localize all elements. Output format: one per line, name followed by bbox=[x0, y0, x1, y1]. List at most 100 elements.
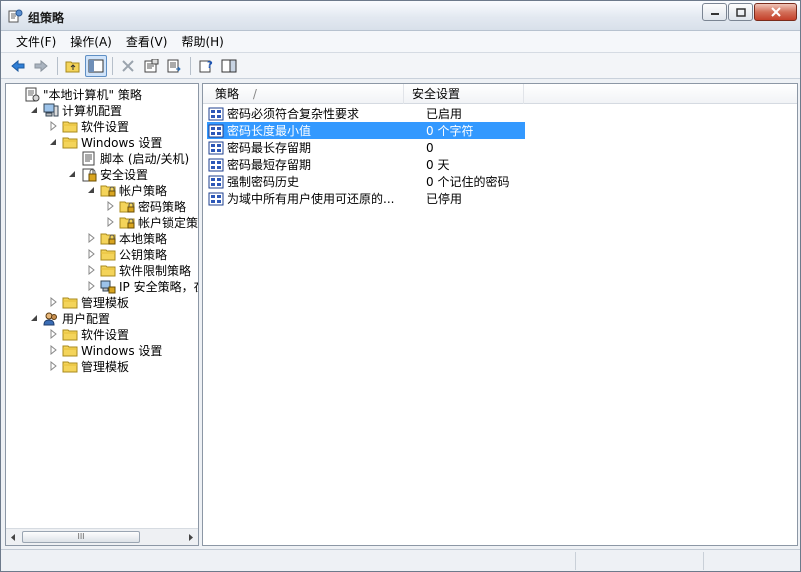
group-policy-icon bbox=[8, 9, 23, 23]
policy-setting-icon bbox=[208, 107, 224, 120]
close-button[interactable] bbox=[754, 3, 797, 21]
back-button[interactable] bbox=[7, 55, 29, 77]
column-security-setting-label: 安全设置 bbox=[412, 87, 461, 101]
folder-icon bbox=[62, 121, 78, 132]
tree-node[interactable]: 帐户锁定策略 bbox=[105, 214, 198, 230]
expanded-arrow-icon[interactable] bbox=[29, 105, 39, 115]
tree-node[interactable]: 本地策略 bbox=[86, 230, 167, 246]
tree-node[interactable]: 软件限制策略 bbox=[86, 262, 191, 278]
tree-node[interactable]: 公钥策略 bbox=[86, 246, 167, 262]
policy-name: 密码必须符合复杂性要求 bbox=[227, 107, 360, 121]
expanded-arrow-icon[interactable] bbox=[48, 137, 58, 147]
tree-node[interactable]: 软件设置 bbox=[48, 118, 129, 134]
menu-help[interactable]: 帮助(H) bbox=[174, 32, 230, 52]
tree-node[interactable]: 帐户策略 bbox=[86, 182, 167, 198]
maximize-button[interactable] bbox=[728, 3, 753, 21]
ip-security-icon bbox=[100, 280, 116, 293]
forward-button[interactable] bbox=[30, 55, 52, 77]
tree-node[interactable]: 密码策略 bbox=[105, 198, 186, 214]
collapsed-arrow-icon[interactable] bbox=[48, 361, 58, 371]
tree-node-label: 帐户策略 bbox=[119, 183, 168, 198]
scroll-right-icon[interactable] bbox=[187, 533, 195, 542]
delete-icon bbox=[122, 59, 134, 72]
policy-row[interactable]: 为域中所有用户使用可还原的... 已停用 bbox=[207, 190, 525, 207]
policy-row[interactable]: 密码最短存留期 0 天 bbox=[207, 156, 525, 173]
collapsed-arrow-icon[interactable] bbox=[48, 121, 58, 131]
tree-node[interactable]: Windows 设置 bbox=[48, 342, 162, 358]
tree-node[interactable]: 管理模板 bbox=[48, 358, 129, 374]
tree-node[interactable]: IP 安全策略，在 bbox=[86, 278, 199, 294]
scrollbar-thumb[interactable]: III bbox=[22, 531, 140, 543]
tree-node-label: 脚本 (启动/关机) bbox=[100, 151, 190, 166]
expanded-arrow-icon[interactable] bbox=[67, 169, 77, 179]
title-bar[interactable]: 组策略 bbox=[1, 1, 800, 31]
menu-view[interactable]: 查看(V) bbox=[119, 32, 175, 52]
delete-button[interactable] bbox=[117, 55, 139, 77]
collapsed-arrow-icon[interactable] bbox=[105, 217, 115, 227]
tree-node-label: 管理模板 bbox=[81, 295, 130, 310]
lock-folder-icon bbox=[119, 217, 135, 228]
horizontal-scrollbar[interactable]: III bbox=[6, 528, 198, 545]
tree-node[interactable]: 用户配置 bbox=[29, 310, 110, 326]
close-icon bbox=[770, 7, 781, 17]
policy-row[interactable]: 密码最长存留期 0 bbox=[207, 139, 525, 156]
up-folder-button[interactable] bbox=[62, 55, 84, 77]
security-icon bbox=[82, 168, 97, 181]
policy-name: 强制密码历史 bbox=[227, 175, 300, 189]
collapsed-arrow-icon[interactable] bbox=[48, 345, 58, 355]
tree-node[interactable]: 脚本 (启动/关机) bbox=[67, 150, 189, 166]
minimize-button[interactable] bbox=[702, 3, 727, 21]
gpedit-window: 组策略 文件(F) 操作(A) 查看(V) 帮助(H) ? "本地计算机" 策略… bbox=[0, 0, 801, 572]
collapsed-arrow-icon[interactable] bbox=[86, 281, 96, 291]
collapsed-arrow-icon[interactable] bbox=[86, 265, 96, 275]
policy-name: 密码最长存留期 bbox=[227, 141, 312, 155]
policy-row[interactable]: 强制密码历史 0 个记住的密码 bbox=[207, 173, 525, 190]
policy-setting-icon bbox=[208, 192, 224, 205]
maximize-icon bbox=[735, 7, 746, 17]
tree-node[interactable]: "本地计算机" 策略 bbox=[10, 86, 142, 102]
tree-node-label: IP 安全策略，在 bbox=[119, 279, 199, 294]
collapsed-arrow-icon[interactable] bbox=[48, 297, 58, 307]
forward-icon bbox=[34, 59, 48, 72]
column-security-setting[interactable]: 安全设置 bbox=[404, 84, 524, 104]
tree-node[interactable]: 软件设置 bbox=[48, 326, 129, 342]
column-policy[interactable]: 策略 / bbox=[203, 84, 404, 104]
users-icon bbox=[43, 312, 57, 325]
tree-node[interactable]: 管理模板 bbox=[48, 294, 129, 310]
collapsed-arrow-icon[interactable] bbox=[86, 233, 96, 243]
show-tree-button[interactable] bbox=[85, 54, 107, 77]
help-button[interactable]: ? bbox=[195, 55, 217, 77]
show-pane-button[interactable] bbox=[218, 55, 240, 77]
details-pane[interactable]: 策略 / 安全设置 密码必须符合复杂性要求 已启用 密码长度最小值 0 个字符 密码最长… bbox=[202, 83, 798, 546]
menu-action[interactable]: 操作(A) bbox=[63, 32, 119, 52]
folder-icon bbox=[100, 265, 116, 276]
policy-setting-icon bbox=[208, 124, 224, 137]
computer-policy-icon bbox=[25, 87, 40, 101]
policy-name: 为域中所有用户使用可还原的... bbox=[227, 192, 395, 206]
status-divider bbox=[575, 552, 576, 570]
tree-node[interactable]: 计算机配置 bbox=[29, 102, 122, 118]
policy-row[interactable]: 密码必须符合复杂性要求 已启用 bbox=[207, 105, 525, 122]
expanded-arrow-icon[interactable] bbox=[86, 185, 96, 195]
properties-icon bbox=[144, 58, 159, 72]
policy-row[interactable]: 密码长度最小值 0 个字符 bbox=[207, 122, 525, 139]
scroll-left-icon[interactable] bbox=[9, 533, 17, 542]
collapsed-arrow-icon[interactable] bbox=[48, 329, 58, 339]
script-icon bbox=[82, 151, 95, 165]
policy-value: 0 个记住的密码 bbox=[426, 175, 510, 189]
tree-pane[interactable]: "本地计算机" 策略 计算机配置 软件设置 Windows 设置 脚本 (启动/关机) 安… bbox=[5, 83, 199, 546]
policy-name: 密码最短存留期 bbox=[227, 158, 312, 172]
menu-file[interactable]: 文件(F) bbox=[9, 32, 63, 52]
export-list-button[interactable] bbox=[163, 55, 185, 77]
tree-node[interactable]: Windows 设置 bbox=[48, 134, 162, 150]
expanded-arrow-icon[interactable] bbox=[29, 313, 39, 323]
status-divider bbox=[703, 552, 704, 570]
collapsed-arrow-icon[interactable] bbox=[86, 249, 96, 259]
tree-node[interactable]: 安全设置 bbox=[67, 166, 148, 182]
back-icon bbox=[11, 59, 25, 72]
collapsed-arrow-icon[interactable] bbox=[105, 201, 115, 211]
properties-button[interactable] bbox=[140, 55, 162, 77]
tree-node-label: Windows 设置 bbox=[81, 343, 163, 358]
policy-value: 0 bbox=[426, 140, 434, 155]
